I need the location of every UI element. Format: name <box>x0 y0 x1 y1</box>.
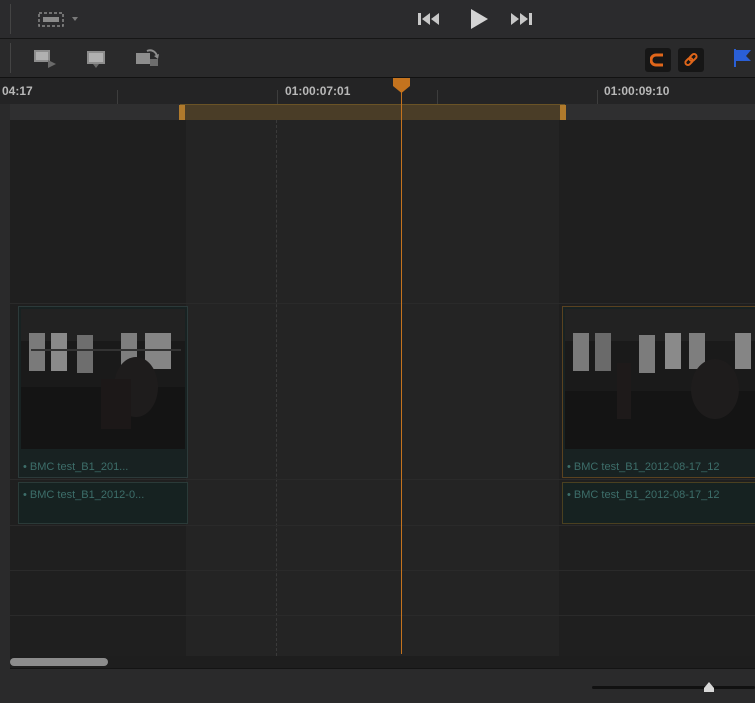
in-point-handle[interactable] <box>179 105 185 121</box>
scrollbar-thumb[interactable] <box>10 658 108 666</box>
timeline-window: 04:17 01:00:07:01 01:00:09:10 • BMC test… <box>0 0 755 703</box>
clip-thumbnail <box>565 309 755 449</box>
in-out-region <box>186 120 559 656</box>
clip-name: • BMC test_B1_201... <box>23 461 129 473</box>
ruler-tick <box>597 90 598 104</box>
timeline-view-icon <box>38 12 78 27</box>
timeline-footer <box>10 668 755 703</box>
view-options-button[interactable] <box>38 10 88 28</box>
edit-toolbar <box>0 39 755 78</box>
snapping-toggle[interactable] <box>645 48 671 72</box>
snap-magnet-icon <box>650 53 663 67</box>
marker-line <box>276 120 277 656</box>
link-icon <box>684 52 698 67</box>
video-clip[interactable]: • BMC test_B1_201... <box>18 306 188 478</box>
transport-bar <box>0 0 755 39</box>
insert-clip-button[interactable] <box>30 46 60 70</box>
timecode-ruler[interactable]: 04:17 01:00:07:01 01:00:09:10 <box>0 78 755 105</box>
in-out-range[interactable] <box>179 104 566 121</box>
overwrite-clip-icon <box>87 51 105 68</box>
zoom-slider[interactable] <box>592 686 755 689</box>
toolbar-separator <box>10 43 11 73</box>
play-button[interactable] <box>462 6 496 32</box>
slider-knob-icon <box>704 682 715 692</box>
track-header-edge <box>0 104 10 703</box>
in-out-range-strip <box>0 104 755 121</box>
clip-name: • BMC test_B1_2012-0... <box>23 489 145 501</box>
skip-back-button[interactable] <box>412 6 446 32</box>
toolbar-separator <box>10 4 11 34</box>
skip-back-icon <box>418 13 439 25</box>
track-divider <box>10 303 755 304</box>
ruler-tick <box>437 90 438 104</box>
overwrite-clip-button[interactable] <box>82 46 112 70</box>
track-divider <box>10 525 755 526</box>
insert-clip-icon <box>34 50 56 68</box>
playhead-marker-icon <box>393 78 410 93</box>
track-divider <box>10 615 755 616</box>
track-divider <box>10 479 755 480</box>
replace-clip-icon <box>136 49 159 66</box>
replace-clip-button[interactable] <box>132 46 162 70</box>
video-clip[interactable]: • BMC test_B1_2012-08-17_12 <box>562 306 755 478</box>
playhead[interactable] <box>392 78 411 94</box>
linked-selection-toggle[interactable] <box>678 48 704 72</box>
clip-thumbnail-image <box>21 309 185 449</box>
zoom-slider-knob[interactable] <box>703 680 715 698</box>
skip-forward-button[interactable] <box>505 6 539 32</box>
clip-name: • BMC test_B1_2012-08-17_12 <box>567 461 720 473</box>
play-icon <box>471 9 488 29</box>
ruler-tick <box>117 90 118 104</box>
flag-button[interactable] <box>726 46 755 70</box>
clip-name: • BMC test_B1_2012-08-17_12 <box>567 489 720 501</box>
horizontal-scrollbar[interactable] <box>10 656 755 668</box>
ruler-tick <box>277 90 278 104</box>
playhead-line <box>401 92 402 654</box>
audio-clip[interactable]: • BMC test_B1_2012-0... <box>18 482 188 524</box>
clip-thumbnail-image <box>565 309 755 449</box>
timeline-tracks[interactable]: • BMC test_B1_201... • BMC test_B1_2012-… <box>10 120 755 656</box>
out-point-handle[interactable] <box>560 105 566 121</box>
ruler-timecode: 04:17 <box>2 84 33 98</box>
ruler-timecode: 01:00:09:10 <box>604 84 670 98</box>
flag-icon <box>733 49 751 67</box>
audio-clip[interactable]: • BMC test_B1_2012-08-17_12 <box>562 482 755 524</box>
track-divider <box>10 570 755 571</box>
ruler-timecode: 01:00:07:01 <box>285 84 351 98</box>
clip-thumbnail <box>21 309 185 449</box>
skip-forward-icon <box>511 13 532 25</box>
